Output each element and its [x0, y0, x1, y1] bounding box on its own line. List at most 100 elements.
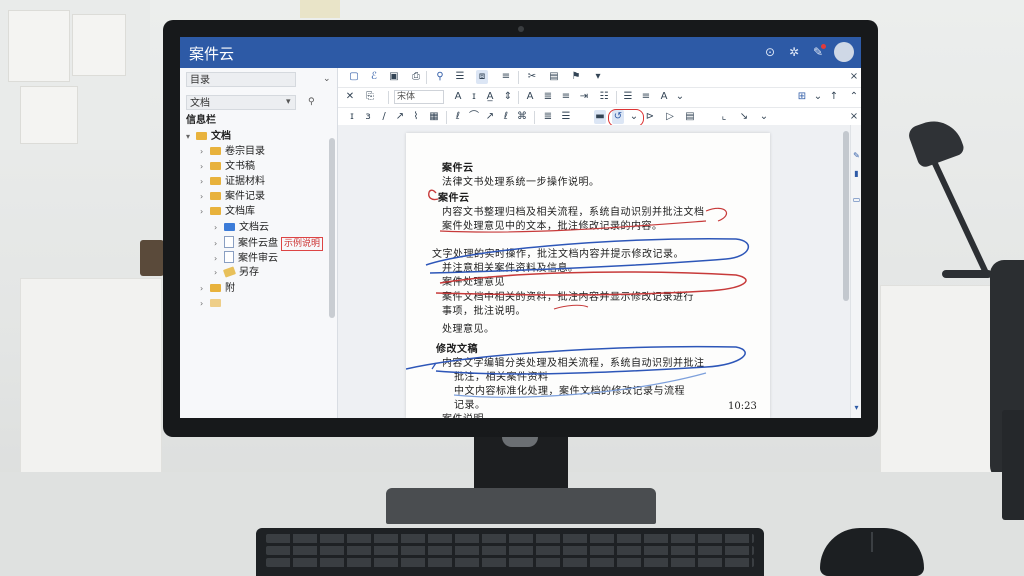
caret-icon[interactable]: ⌄	[758, 110, 770, 124]
pen-holder	[1002, 410, 1024, 520]
tree-item[interactable]: › 案件云盘 示例说明	[214, 236, 324, 251]
user-avatar[interactable]	[834, 42, 854, 62]
chevron-down-icon[interactable]: ⌄	[812, 90, 824, 104]
align-icon[interactable]: ≡	[500, 70, 512, 84]
tree-item[interactable]: › 卷宗目录	[200, 145, 265, 159]
lamp-arm	[928, 154, 990, 276]
table-icon[interactable]: ▦	[428, 110, 440, 124]
pan-icon[interactable]: ↘	[738, 110, 750, 124]
note-icon	[222, 266, 237, 278]
cut-icon[interactable]: ✕	[344, 90, 356, 104]
tree-item[interactable]: ›	[200, 297, 225, 311]
align-justify-icon[interactable]: ≣	[542, 110, 554, 124]
directory-select[interactable]: 目录	[186, 72, 296, 87]
document-page[interactable]: 案件云 法律文书处理系统一步操作说明。 案件云 内容文书整理归档及相关流程，系统…	[406, 133, 770, 418]
format-icon[interactable]: ɪ	[346, 110, 358, 124]
strike-icon[interactable]: ɜ	[362, 110, 374, 124]
up-icon[interactable]: ↑	[828, 90, 840, 104]
search-icon[interactable]: ⚲	[434, 70, 446, 84]
save-icon[interactable]: ▣	[388, 70, 400, 84]
document-scrollbar[interactable]	[843, 131, 849, 301]
close-panel-icon[interactable]: ×	[848, 110, 860, 124]
play-icon[interactable]: ⊳	[644, 110, 656, 124]
chevron-down-icon[interactable]: ▾	[286, 97, 291, 107]
list-icon[interactable]: ☰	[454, 70, 466, 84]
title-bar: 案件云 ⊙ ✲ ✎	[180, 37, 861, 68]
filter-icon[interactable]: ⚲	[308, 97, 315, 107]
document-select[interactable]: 文档	[186, 95, 296, 110]
alert-dot	[821, 44, 826, 49]
chevron-down-icon[interactable]: ⌄	[323, 74, 331, 84]
font-name-input[interactable]: 宋体	[394, 90, 444, 104]
list-icon[interactable]: ☰	[560, 110, 572, 124]
new-doc-icon[interactable]: ▢	[348, 70, 360, 84]
numbered-list-icon[interactable]: ☰	[622, 90, 634, 104]
image-icon[interactable]: ⧈	[476, 70, 488, 84]
tree-item[interactable]: ▾ 文档	[186, 130, 231, 144]
folder-icon	[210, 299, 221, 307]
list-icon[interactable]: ☷	[598, 90, 610, 104]
toolbar-format: ✕ ⎘ 宋体 A ɪ A̲ ⇕ A ≣ ≡ ⇥ ☷ ☰ ≡ A ⌄ ⊞ ⌄ ↑ …	[338, 88, 861, 108]
cable-hole	[502, 437, 538, 447]
print-icon[interactable]: ⎙	[410, 70, 422, 84]
bookmark-icon[interactable]: ▤	[548, 70, 560, 84]
page-icon[interactable]: ▭	[852, 195, 861, 204]
tag-badge: 示例说明	[281, 237, 324, 251]
keyboard	[256, 528, 764, 576]
eraser-icon[interactable]: ℓ	[500, 110, 512, 124]
comment-icon[interactable]: ⌘	[516, 110, 528, 124]
more-icon[interactable]: ▾	[592, 70, 604, 84]
side-tool-rail: ✎ ▮ ▭ ▾	[850, 125, 861, 418]
flag-icon[interactable]: ⚑	[570, 70, 582, 84]
tree-item[interactable]: › 案件审云	[214, 251, 278, 265]
red-mark	[705, 207, 728, 222]
pen-icon[interactable]: ✎	[852, 151, 861, 160]
doc-line: 法律文书处理系统一步操作说明。	[442, 177, 600, 188]
pen-tool-icon[interactable]: ▬	[594, 110, 606, 124]
tree-item[interactable]: › 文档库	[200, 205, 255, 219]
font-size-icon[interactable]: A	[452, 90, 464, 104]
shelf-left	[20, 278, 162, 480]
underline-icon[interactable]: A̲	[484, 90, 496, 104]
align-center-icon[interactable]: ≣	[542, 90, 554, 104]
table-icon[interactable]: ▤	[684, 110, 696, 124]
line-spacing-icon[interactable]: ⇕	[502, 90, 514, 104]
collapse-icon[interactable]: ⌃	[848, 90, 860, 104]
indent-icon[interactable]: ⇥	[578, 90, 590, 104]
doc-line: 案件云	[442, 163, 474, 174]
close-icon[interactable]: ×	[848, 70, 860, 84]
paragraph-icon[interactable]: ≡	[640, 90, 652, 104]
document-icon	[224, 236, 234, 248]
tree-item[interactable]: › 文书稿	[200, 160, 255, 174]
link-icon[interactable]: ↗	[484, 110, 496, 124]
align-right-icon[interactable]: ≡	[560, 90, 572, 104]
align-left-icon[interactable]: A	[524, 90, 536, 104]
lamp-base	[942, 270, 992, 278]
tree-item[interactable]: › 案件记录	[200, 190, 265, 204]
text-color-icon[interactable]: A	[658, 90, 670, 104]
subscript-icon[interactable]: /	[378, 110, 390, 124]
scroll-down-icon[interactable]: ▾	[852, 403, 861, 412]
section-label: 信息栏	[186, 115, 216, 126]
trash-icon[interactable]: ▮	[852, 169, 861, 178]
cursor-icon[interactable]: ⌞	[718, 110, 730, 124]
pen-icon[interactable]: ⌇	[410, 110, 422, 124]
settings-icon[interactable]: ✲	[786, 44, 802, 60]
doc-line: 案件处理意见中的文本，批注修改记录的内容。	[442, 221, 663, 232]
settings-icon[interactable]: ✂	[526, 70, 538, 84]
next-icon[interactable]: ▷	[664, 110, 676, 124]
brush-icon[interactable]: ⌒	[468, 110, 480, 124]
chevron-down-icon[interactable]: ⌄	[674, 90, 686, 104]
image-insert-icon[interactable]: ⊞	[796, 90, 808, 104]
help-icon[interactable]: ⊙	[762, 44, 778, 60]
sidebar-scrollbar[interactable]	[329, 138, 335, 318]
tree-item[interactable]: › 证据材料	[200, 175, 265, 189]
tree-item[interactable]: › 附	[200, 282, 235, 296]
tree-item[interactable]: › 另存	[214, 266, 259, 280]
italic-icon[interactable]: ɪ	[468, 90, 480, 104]
paste-icon[interactable]: ⎘	[364, 90, 376, 104]
link-icon[interactable]: ℰ	[368, 70, 380, 84]
tree-item[interactable]: › 文档云	[214, 221, 269, 235]
superscript-icon[interactable]: ↗	[394, 110, 406, 124]
highlight-icon[interactable]: ℓ	[452, 110, 464, 124]
